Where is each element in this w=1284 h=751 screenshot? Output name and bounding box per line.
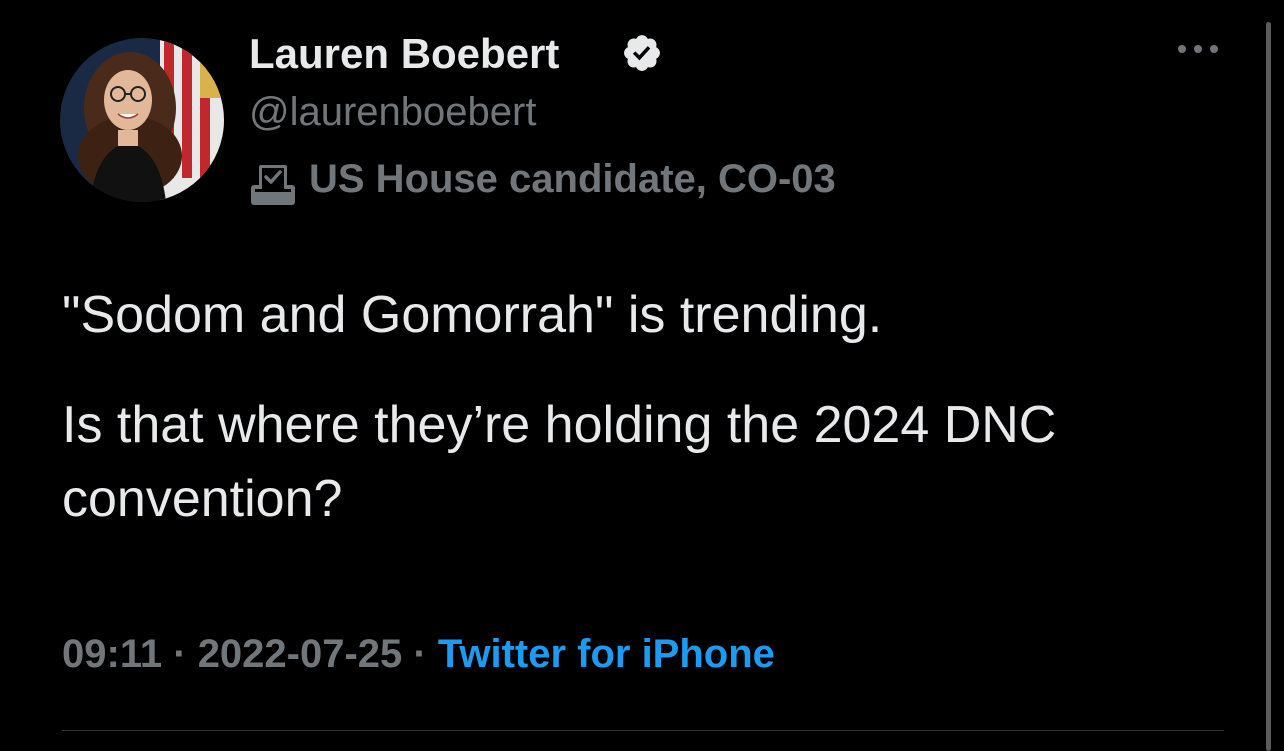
verified-badge-icon [624,35,660,71]
tweet-date[interactable]: 2022-07-25 [198,632,403,676]
meta-separator: · [413,632,427,676]
tweet-source-link[interactable]: Twitter for iPhone [438,632,775,676]
avatar-image [60,38,224,202]
tweet-text-paragraph: Is that where they’re holding the 2024 D… [62,396,1057,528]
tweet-metadata: 09:11 · 2022-07-25 · Twitter for iPhone [62,632,775,677]
author-display-name[interactable]: Lauren Boebert [249,30,559,78]
tweet-text-paragraph: "Sodom and Gomorrah" is trending. [62,286,883,344]
meta-separator: · [173,632,187,676]
divider [62,730,1224,731]
author-handle[interactable]: @laurenboebert [249,90,536,135]
author-label-text: US House candidate, CO-03 [309,157,836,201]
more-options-icon[interactable] [1174,34,1222,64]
avatar[interactable] [60,38,224,202]
tweet: Lauren Boebert @laurenboebert US House c… [0,0,1284,751]
tweet-time[interactable]: 09:11 [62,632,162,676]
ballot-box-icon [251,165,295,205]
scrollbar[interactable] [1266,22,1271,751]
